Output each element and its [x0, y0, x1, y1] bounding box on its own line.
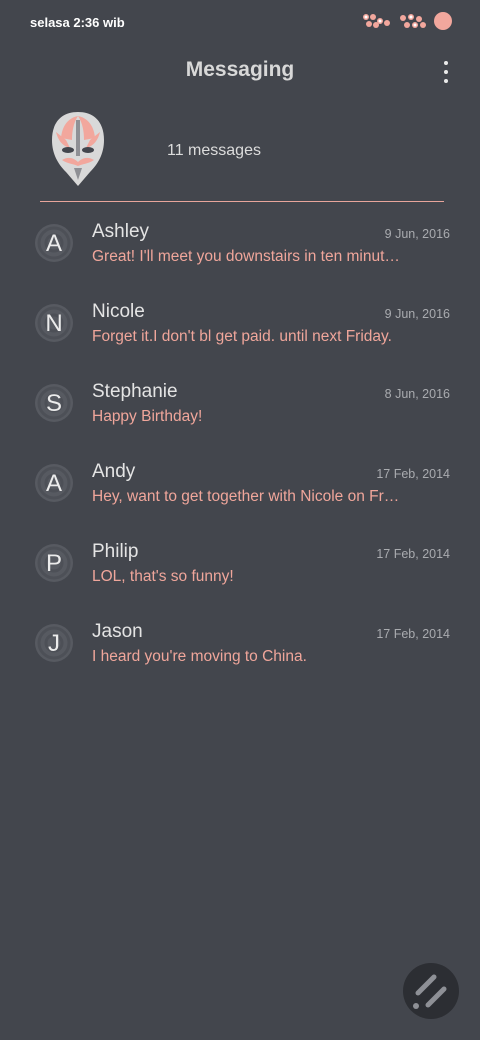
message-date: 9 Jun, 2016 — [384, 307, 450, 321]
contact-name: Nicole — [92, 301, 145, 322]
list-item[interactable]: J Jason 17 Feb, 2014 I heard you're movi… — [0, 614, 480, 694]
message-count: 11 messages — [167, 142, 261, 159]
avatar-initial: A — [45, 230, 62, 257]
list-item[interactable]: N Nicole 9 Jun, 2016 Forget it.I don't b… — [0, 294, 480, 374]
status-time: selasa 2:36 wib — [30, 15, 125, 30]
battery-icon — [434, 12, 452, 30]
overflow-dot-icon — [444, 69, 448, 74]
contact-name: Stephanie — [92, 381, 178, 402]
contact-name: Jason — [92, 621, 143, 642]
avatar: P — [35, 544, 73, 582]
overflow-dot-icon — [444, 79, 448, 84]
message-snippet: I heard you're moving to China. — [92, 648, 307, 665]
message-snippet: Forget it.I don't bl get paid. until nex… — [92, 328, 392, 345]
message-date: 8 Jun, 2016 — [384, 387, 450, 401]
avatar-initial: S — [45, 390, 62, 417]
avatar: S — [35, 384, 73, 422]
header-block: 11 messages — [40, 106, 444, 202]
message-date: 17 Feb, 2014 — [376, 547, 450, 561]
page-title: Messaging — [185, 58, 295, 81]
list-item[interactable]: A Ashley 9 Jun, 2016 Great! I'll meet yo… — [0, 214, 480, 294]
avatar-initial: A — [45, 470, 62, 497]
message-snippet: Hey, want to get together with Nicole on… — [92, 488, 402, 505]
avatar-initial: P — [45, 550, 62, 577]
list-item[interactable]: P Philip 17 Feb, 2014 LOL, that's so fun… — [0, 534, 480, 614]
conversation-list: A Ashley 9 Jun, 2016 Great! I'll meet yo… — [0, 214, 480, 694]
app-bar: Messaging — [0, 52, 480, 92]
avatar: A — [35, 224, 73, 262]
message-date: 17 Feb, 2014 — [376, 627, 450, 641]
overflow-menu-button[interactable] — [440, 58, 452, 86]
avatar: J — [35, 624, 73, 662]
contact-name: Philip — [92, 541, 139, 562]
message-snippet: LOL, that's so funny! — [92, 568, 234, 585]
list-item[interactable]: S Stephanie 8 Jun, 2016 Happy Birthday! — [0, 374, 480, 454]
signal-icon — [363, 14, 390, 28]
mask-logo-icon — [52, 112, 104, 186]
avatar: N — [35, 304, 73, 342]
avatar-initial: J — [48, 630, 60, 657]
compose-button[interactable] — [403, 963, 459, 1019]
avatar: A — [35, 464, 73, 502]
message-date: 9 Jun, 2016 — [384, 227, 450, 241]
message-snippet: Happy Birthday! — [92, 408, 203, 425]
list-item[interactable]: A Andy 17 Feb, 2014 Hey, want to get tog… — [0, 454, 480, 534]
compose-icon — [413, 974, 447, 1009]
wifi-icon — [400, 14, 426, 28]
message-date: 17 Feb, 2014 — [376, 467, 450, 481]
status-icons — [362, 12, 452, 30]
avatar-initial: N — [45, 310, 63, 337]
overflow-dot-icon — [444, 60, 448, 65]
message-snippet: Great! I'll meet you downstairs in ten m… — [92, 248, 402, 265]
contact-name: Andy — [92, 461, 136, 482]
status-bar: selasa 2:36 wib — [0, 0, 480, 44]
contact-name: Ashley — [92, 221, 150, 242]
